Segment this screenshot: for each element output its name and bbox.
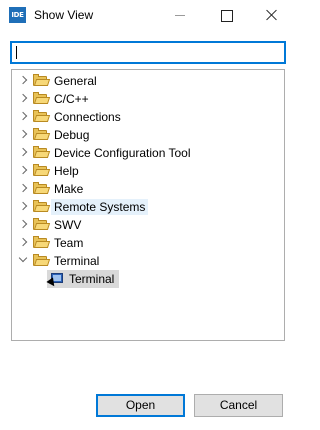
window-title: Show View xyxy=(34,8,94,22)
tree-item-terminal-category[interactable]: Terminal xyxy=(12,252,284,270)
chevron-right-icon[interactable] xyxy=(18,237,28,247)
folder-icon xyxy=(33,164,51,177)
chevron-right-icon[interactable] xyxy=(18,93,28,103)
chevron-right-icon[interactable] xyxy=(18,201,28,211)
chevron-right-icon[interactable] xyxy=(18,75,28,85)
close-button[interactable] xyxy=(249,0,295,30)
filter-input[interactable] xyxy=(10,41,286,64)
tree-item-label: Debug xyxy=(54,128,90,142)
tree-item-label: Terminal xyxy=(54,254,100,268)
text-cursor xyxy=(16,46,17,59)
tree-item-help[interactable]: Help xyxy=(12,162,284,180)
folder-icon xyxy=(33,218,51,231)
folder-icon xyxy=(33,182,51,195)
chevron-right-icon[interactable] xyxy=(18,147,28,157)
chevron-right-icon[interactable] xyxy=(18,165,28,175)
folder-icon xyxy=(33,200,51,213)
tree-item-device-configuration-tool[interactable]: Device Configuration Tool xyxy=(12,144,284,162)
tree-item-label: Team xyxy=(54,236,84,250)
tree-item-remote-systems[interactable]: Remote Systems xyxy=(12,198,284,216)
maximize-button[interactable] xyxy=(203,0,249,30)
tree-item-label: SWV xyxy=(54,218,82,232)
tree-item-debug[interactable]: Debug xyxy=(12,126,284,144)
tree-item-label: General xyxy=(54,74,97,88)
tree-item-label: Connections xyxy=(54,110,121,124)
tree-item-label: Remote Systems xyxy=(51,199,149,215)
tree-item-connections[interactable]: Connections xyxy=(12,108,284,126)
open-button[interactable]: Open xyxy=(96,394,185,417)
tree-item-label: Terminal xyxy=(69,272,115,286)
title-bar: IDE Show View xyxy=(0,0,295,30)
chevron-right-icon[interactable] xyxy=(18,129,28,139)
tree-item-make[interactable]: Make xyxy=(12,180,284,198)
tree-item-label: Device Configuration Tool xyxy=(54,146,191,160)
folder-icon xyxy=(33,110,51,123)
chevron-right-icon[interactable] xyxy=(18,219,28,229)
folder-open-icon xyxy=(33,254,51,267)
minimize-button[interactable] xyxy=(157,0,203,30)
tree-item-terminal-view[interactable]: Terminal xyxy=(47,270,119,288)
chevron-right-icon[interactable] xyxy=(18,183,28,193)
folder-icon xyxy=(33,92,51,105)
mouse-pointer-icon xyxy=(48,279,56,289)
folder-icon xyxy=(33,74,51,87)
tree-item-general[interactable]: General xyxy=(12,72,284,90)
tree-item-label: C/C++ xyxy=(54,92,89,106)
ide-app-icon: IDE xyxy=(9,7,26,23)
folder-icon xyxy=(33,128,51,141)
folder-icon xyxy=(33,146,51,159)
chevron-right-icon[interactable] xyxy=(18,111,28,121)
tree-item-label: Help xyxy=(54,164,79,178)
view-tree[interactable]: General C/C++ Connections Debug Device C… xyxy=(11,69,285,341)
folder-icon xyxy=(33,236,51,249)
chevron-down-icon[interactable] xyxy=(18,253,28,263)
tree-item-label: Make xyxy=(54,182,84,196)
tree-item-swv[interactable]: SWV xyxy=(12,216,284,234)
tree-item-cpp[interactable]: C/C++ xyxy=(12,90,284,108)
cancel-button[interactable]: Cancel xyxy=(194,394,283,417)
tree-item-team[interactable]: Team xyxy=(12,234,284,252)
